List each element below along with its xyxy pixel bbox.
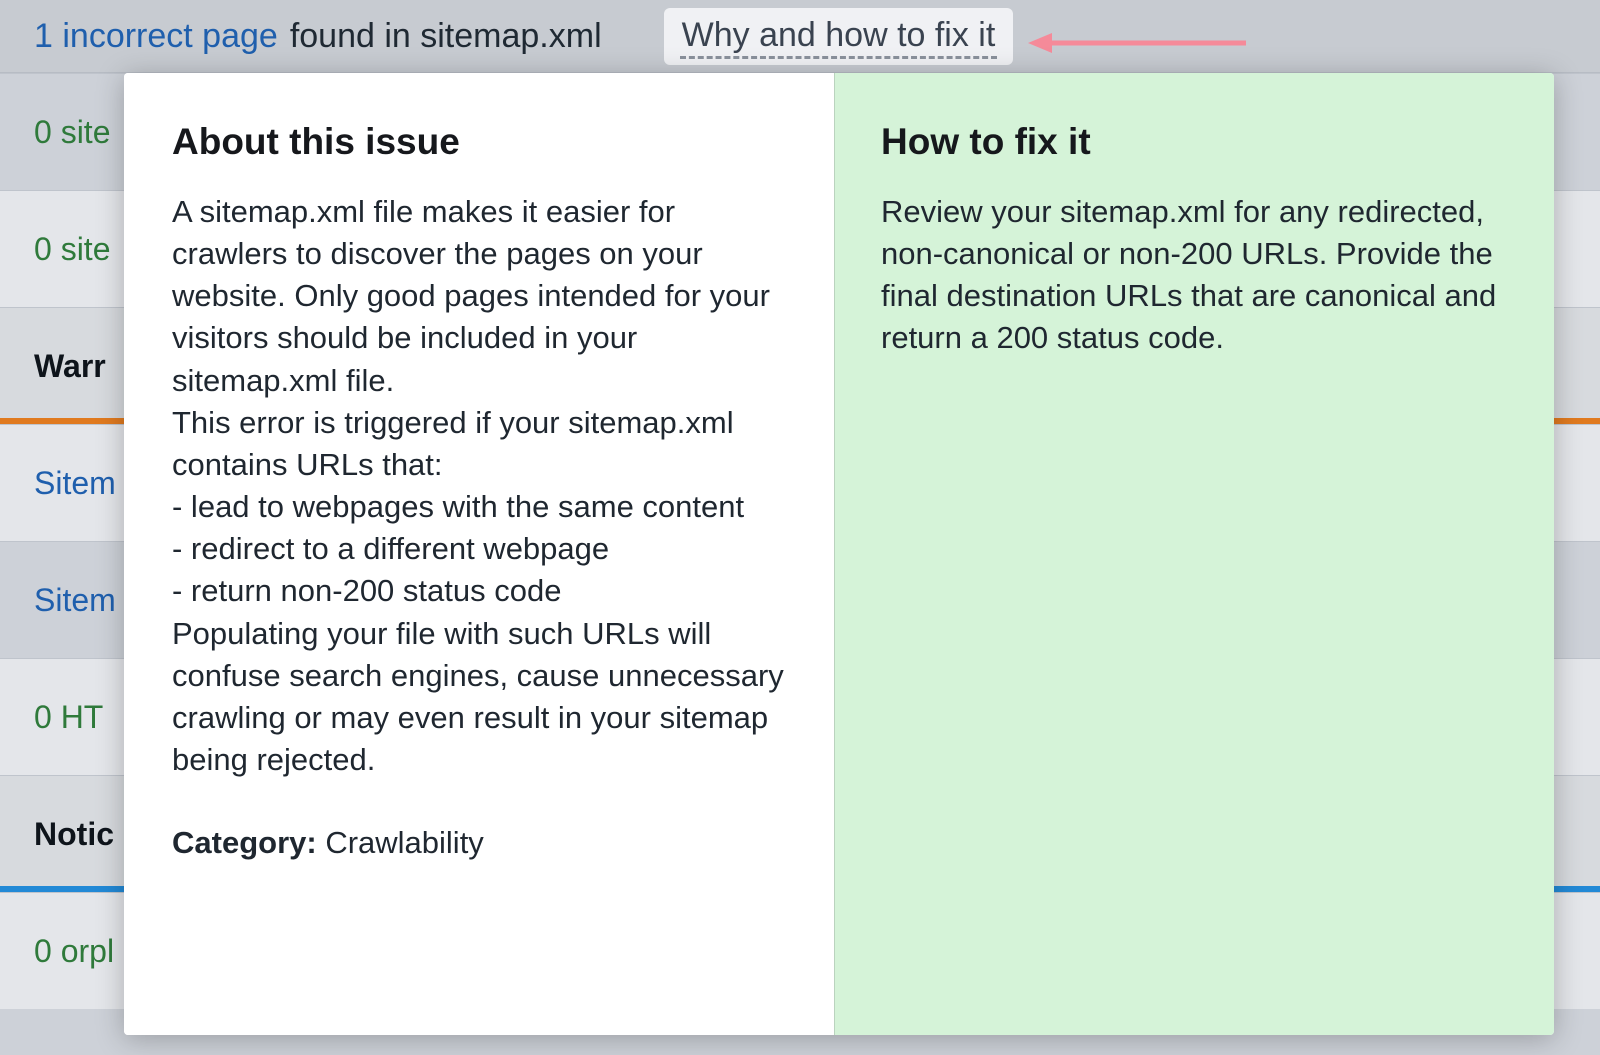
issue-header-row: 1 incorrect page found in sitemap.xml Wh…	[0, 0, 1600, 73]
category-label: Category:	[172, 825, 317, 860]
fix-body-text: Review your sitemap.xml for any redirect…	[881, 191, 1512, 360]
issue-header-suffix: found in sitemap.xml	[290, 17, 602, 56]
category-value: Crawlability	[325, 825, 483, 860]
about-body-text: A sitemap.xml file makes it easier for c…	[172, 191, 792, 781]
why-and-how-link[interactable]: Why and how to fix it	[664, 8, 1014, 65]
fix-title: How to fix it	[881, 121, 1512, 163]
about-this-issue-panel: About this issue A sitemap.xml file make…	[124, 73, 835, 1035]
about-title: About this issue	[172, 121, 792, 163]
how-to-fix-panel: How to fix it Review your sitemap.xml fo…	[835, 73, 1554, 1035]
issue-category: Category: Crawlability	[172, 825, 792, 861]
incorrect-pages-link[interactable]: 1 incorrect page	[34, 17, 278, 56]
issue-detail-tooltip: About this issue A sitemap.xml file make…	[124, 73, 1554, 1035]
